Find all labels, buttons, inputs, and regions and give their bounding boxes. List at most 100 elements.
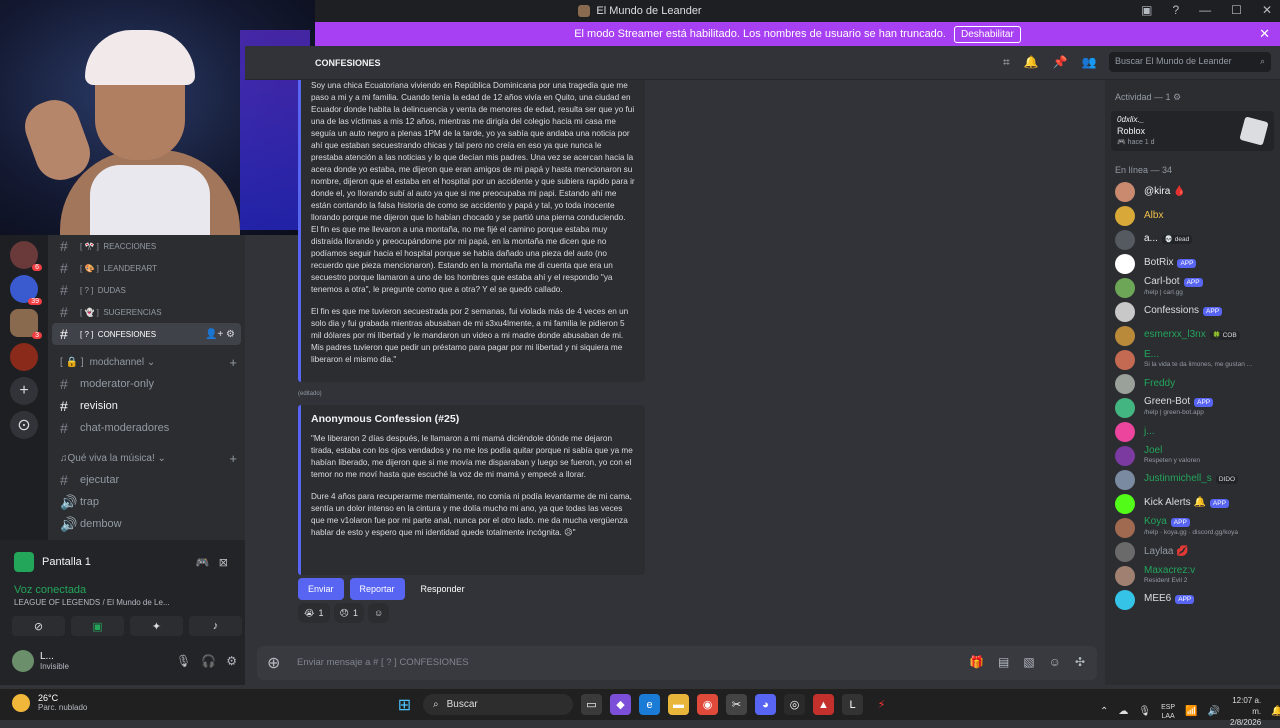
members-icon[interactable]: 👥: [1082, 55, 1097, 70]
server-icon-current[interactable]: 3: [10, 309, 42, 339]
emoji-icon[interactable]: ☺: [1049, 655, 1061, 669]
maximize-button[interactable]: ☐: [1231, 3, 1242, 17]
member-item[interactable]: Justinmichell_s DIDO: [1105, 468, 1280, 491]
member-item[interactable]: Carl-bot APP/help | carl.gg: [1105, 276, 1280, 299]
reaction[interactable]: 😞 1: [333, 603, 364, 623]
avatar[interactable]: [12, 650, 34, 672]
channel-moderator-only[interactable]: # moderator-only: [48, 373, 245, 395]
pin-icon[interactable]: 📌: [1053, 55, 1068, 70]
voice-channel-trap[interactable]: 🔊 trap: [48, 491, 245, 513]
channel-sugerencias[interactable]: # [ 👻 ] SUGERENCIAS: [48, 301, 245, 323]
reply-button[interactable]: Responder: [411, 578, 475, 600]
channel-confesiones[interactable]: # [ ? ] CONFESIONES 👤+ ⚙: [52, 323, 241, 345]
member-item[interactable]: MEE6 APP: [1105, 588, 1280, 611]
discord-icon[interactable]: ◕: [755, 694, 776, 715]
mic-icon[interactable]: 🎙: [1138, 706, 1151, 717]
riot-icon[interactable]: ⚡: [871, 694, 892, 715]
notification-icon[interactable]: 🔔: [1271, 706, 1280, 717]
disable-streamer-button[interactable]: Deshabilitar: [953, 25, 1021, 43]
server-icon-1[interactable]: 6: [10, 241, 42, 271]
threads-icon[interactable]: ⌗: [1003, 55, 1010, 70]
voice-channel-dembow[interactable]: 🔊 dembow: [48, 513, 245, 535]
explorer-icon[interactable]: ▬: [668, 694, 689, 715]
chevron-up-icon[interactable]: ⌃: [1100, 706, 1108, 717]
app-icon[interactable]: ▲: [813, 694, 834, 715]
gift-icon[interactable]: 🎁: [969, 655, 984, 669]
member-item[interactable]: j...: [1105, 420, 1280, 443]
member-item[interactable]: Albx: [1105, 204, 1280, 227]
help-icon[interactable]: ?: [1172, 3, 1179, 17]
channel-reacciones[interactable]: # [ 🎌 ] REACCIONES: [48, 235, 245, 257]
channel-ejecutar[interactable]: # ejecutar: [48, 469, 245, 491]
minimize-button[interactable]: —: [1199, 3, 1211, 17]
member-item[interactable]: Joel Respeten y valoren: [1105, 444, 1280, 467]
server-icon-4[interactable]: [10, 343, 38, 371]
member-item[interactable]: Kick Alerts 🔔 APP: [1105, 492, 1280, 515]
capcut-icon[interactable]: ✂: [726, 694, 747, 715]
category-music[interactable]: ♫ Qué viva la música! ⌄ +: [48, 447, 245, 469]
member-item[interactable]: Maxacrez:v Resident Evil 2: [1105, 564, 1280, 587]
channel-revision[interactable]: # revision: [48, 395, 245, 417]
member-item[interactable]: a... 💀 dead: [1105, 228, 1280, 251]
member-item[interactable]: Laylaa 💋: [1105, 540, 1280, 563]
voice-connected-label[interactable]: Voz conectada: [14, 584, 234, 596]
activity-card[interactable]: 0dxlix._ Roblox 🎮 hace 1 d: [1111, 111, 1274, 151]
chrome-icon[interactable]: ◉: [697, 694, 718, 715]
add-server-icon[interactable]: +: [10, 377, 38, 405]
channel-dudas[interactable]: # [ ? ] DUDAS: [48, 279, 245, 301]
start-icon[interactable]: ⊞: [394, 694, 415, 715]
soundboard-button[interactable]: ♪: [189, 616, 242, 636]
obs-icon[interactable]: ◎: [784, 694, 805, 715]
clock[interactable]: 12:07 a. m. 2/8/2026: [1230, 695, 1261, 728]
voice-channel-label[interactable]: LEAGUE OF LEGENDS / El Mundo de Le...: [14, 598, 234, 607]
inbox-icon[interactable]: ▣: [1141, 3, 1152, 17]
gear-icon[interactable]: ⚙: [1173, 92, 1181, 102]
activities-button[interactable]: ✦: [130, 616, 183, 636]
mic-icon[interactable]: 🎙: [176, 654, 191, 668]
stop-share-button[interactable]: ▣: [71, 616, 124, 636]
volume-icon[interactable]: 🔊: [1208, 706, 1220, 717]
channel-settings-icon[interactable]: 👤+ ⚙: [205, 329, 235, 340]
network-icon[interactable]: ☁: [1118, 706, 1128, 717]
edge-icon[interactable]: e: [639, 694, 660, 715]
bell-icon[interactable]: 🔔: [1024, 55, 1039, 70]
member-item[interactable]: E... Si la vida te da limones, me gustan …: [1105, 348, 1280, 371]
channel-chat-moderadores[interactable]: # chat-moderadores: [48, 417, 245, 439]
close-icon[interactable]: ✕: [1259, 26, 1270, 42]
add-channel-icon[interactable]: +: [229, 451, 237, 466]
weather-widget[interactable]: 26°C Parc. nublado: [12, 693, 87, 712]
sticker-icon[interactable]: ▧: [1023, 655, 1034, 669]
close-button[interactable]: ✕: [1262, 3, 1272, 17]
member-item[interactable]: Freddy: [1105, 372, 1280, 395]
message-composer[interactable]: ⊕ Enviar mensaje a # [ ? ] CONFESIONES 🎁…: [257, 646, 1097, 680]
lol-icon[interactable]: L: [842, 694, 863, 715]
add-channel-icon[interactable]: +: [229, 355, 237, 370]
language-indicator[interactable]: ESP LAA: [1161, 703, 1175, 721]
member-item[interactable]: @kira 🩸: [1105, 180, 1280, 203]
wifi-icon[interactable]: 📶: [1185, 706, 1197, 717]
report-button[interactable]: Reportar: [349, 578, 405, 600]
add-reaction-icon[interactable]: ☺: [367, 603, 390, 623]
taskbar-search[interactable]: ⌕ Buscar: [423, 694, 573, 715]
gear-icon[interactable]: ⚙: [226, 654, 237, 668]
server-icon-2[interactable]: 39: [10, 275, 42, 305]
member-item[interactable]: Koya APP/help · koya.gg · discord.gg/koya: [1105, 516, 1280, 539]
headphones-icon[interactable]: 🎧: [201, 654, 216, 668]
task-view-icon[interactable]: ▭: [581, 694, 602, 715]
screen-share-controls[interactable]: 🎮 ⊠: [196, 556, 228, 569]
apps-icon[interactable]: ✣: [1075, 655, 1085, 669]
discover-icon[interactable]: ⊙: [10, 411, 38, 439]
channel-leanderart[interactable]: # [ 🎨 ] LEANDERART: [48, 257, 245, 279]
upload-icon[interactable]: ⊕: [267, 653, 280, 673]
search-input[interactable]: Buscar El Mundo de Leander ⌕: [1109, 52, 1271, 72]
copilot-icon[interactable]: ◆: [610, 694, 631, 715]
member-item[interactable]: Confessions APP: [1105, 300, 1280, 323]
category-modchannel[interactable]: [ 🔒 ] modchannel ⌄ +: [48, 351, 245, 373]
member-item[interactable]: esmerxx_l3nx 🍀 COB: [1105, 324, 1280, 347]
member-item[interactable]: BotRix APP: [1105, 252, 1280, 275]
reaction[interactable]: 😭 1: [298, 603, 330, 623]
gif-icon[interactable]: ▤: [998, 655, 1009, 669]
member-item[interactable]: Green-Bot APP/help | green-bot.app: [1105, 396, 1280, 419]
camera-off-button[interactable]: ⊘: [12, 616, 65, 636]
send-button[interactable]: Enviar: [298, 578, 344, 600]
